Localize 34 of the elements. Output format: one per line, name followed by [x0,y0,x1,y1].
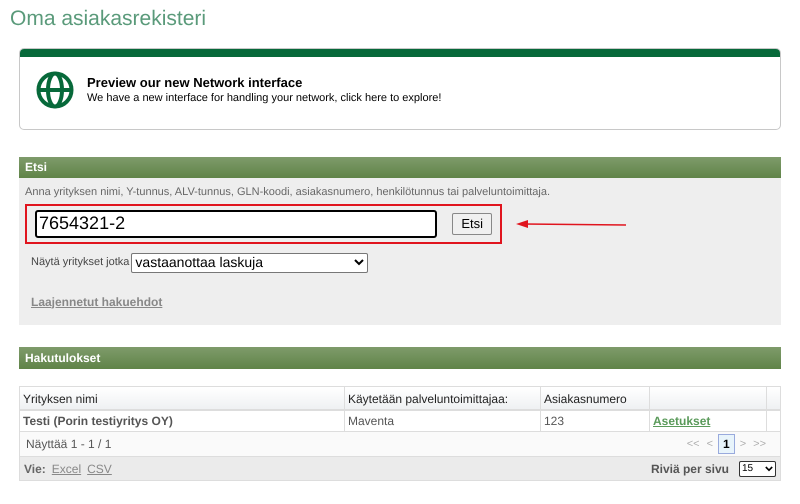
table-cell: Maventa [345,411,541,431]
table-cell: Testi (Porin testiyritys OY) [20,411,345,431]
column-header: Asiakasnumero [541,387,650,409]
search-field[interactable]: 7654321-2 [35,210,438,238]
advanced-search-link[interactable]: Laajennetut hakuehdot [31,294,162,308]
filter-select[interactable]: vastaanottaa laskuja [131,252,368,272]
panel-header: Etsi [19,157,781,178]
filter-label: Näytä yritykset jotka [31,255,130,270]
panel-header: Hakutulokset [19,347,781,369]
chevron-down-icon [765,466,773,472]
settings-link[interactable]: Asetukset [653,414,710,428]
pager-link[interactable]: < [704,436,716,452]
banner-card[interactable]: Preview our new Network interface We have a new interface for handling your network, click here to explore! [19,48,781,130]
column-header: Yrityksen nimi [20,387,345,409]
chevron-down-icon [354,259,364,266]
table-cell: 123 [541,411,650,431]
page-title: Oma asiakasrekisteri [10,6,206,32]
export-link[interactable]: CSV [87,460,112,478]
globe-icon [36,71,74,109]
showing-count: Näyttää 1 - 1 / 1 [26,436,112,453]
export-link[interactable]: Excel [52,460,82,478]
banner-title: Preview our new Network interface [87,74,304,91]
search-hint: Anna yrityksen nimi, Y-tunnus, ALV-tunnus, GLN-koodi, asiakasnumero, henkilötunnus tai palveluntoimittaja. [25,185,552,200]
pager-link[interactable]: >> [751,436,768,452]
page-number[interactable]: 1 [718,434,735,454]
banner-text: We have a new interface for handling your network, click here to explore! [87,91,442,106]
search-button[interactable]: Etsi [452,212,492,234]
rows-per-page-select[interactable]: 15 [739,460,776,476]
rows-per-page-label: Riviä per sivu [650,460,729,478]
pager-link[interactable]: > [738,436,748,452]
arrow-icon [516,218,626,228]
column-header: Käytetään palveluntoimittajaa: [345,387,541,409]
export-label: Vie: [24,460,46,478]
pager-link[interactable]: << [684,436,702,452]
